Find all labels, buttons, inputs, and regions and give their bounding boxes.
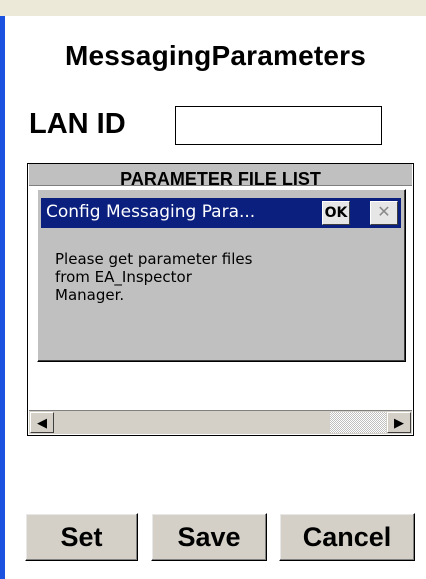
set-button[interactable]: Set [25,513,138,561]
close-icon[interactable]: ✕ [370,201,398,225]
window-edge [0,16,5,579]
dialog-title-bar: Config Messaging Para... OK ✕ [41,198,401,228]
save-button[interactable]: Save [151,513,267,561]
dialog-message: Please get parameter files from EA_Inspe… [55,250,253,304]
scroll-right-icon[interactable]: ▶ [387,412,411,433]
parameter-file-list-header: PARAMETER FILE LIST [29,164,412,186]
page-title: MessagingParameters [64,40,367,71]
lan-id-input[interactable] [175,106,382,145]
config-messaging-dialog: Config Messaging Para... OK ✕ Please get… [37,189,406,362]
horizontal-scrollbar[interactable]: ◀ ▶ [29,410,412,434]
dialog-ok-button[interactable]: OK [322,201,350,225]
scroll-track[interactable] [55,412,386,433]
cancel-button[interactable]: Cancel [279,513,415,561]
scroll-left-icon[interactable]: ◀ [30,412,54,433]
top-band [0,0,426,16]
dialog-title: Config Messaging Para... [46,202,256,222]
lan-id-label: LAN ID [29,108,126,140]
scroll-thumb[interactable] [330,412,386,433]
